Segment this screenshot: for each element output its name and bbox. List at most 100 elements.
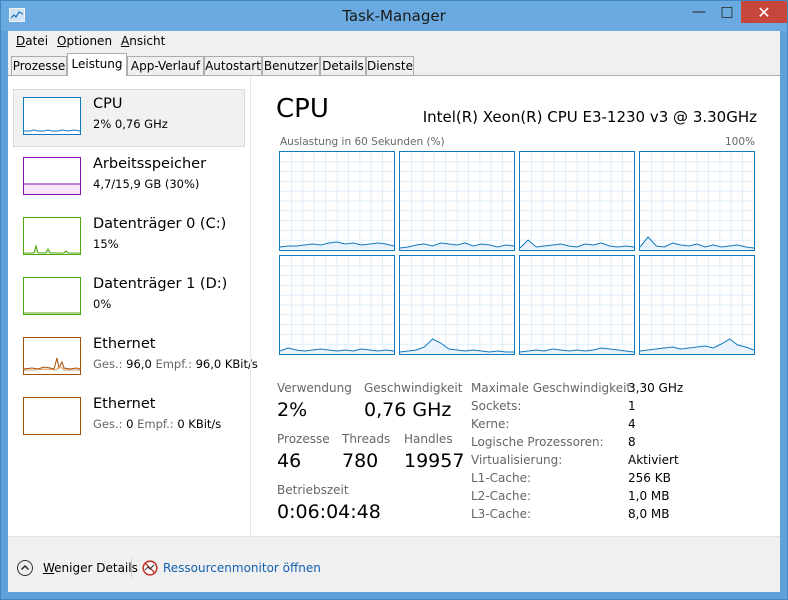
menu-datei-accel: D <box>16 34 26 48</box>
fewer-details-accel: W <box>43 561 55 575</box>
resource-name: Ethernet <box>93 336 156 352</box>
resource-memory[interactable]: Arbeitsspeicher 4,7/15,9 GB (30%) <box>13 149 245 207</box>
l1-cache-label: L1-Cache: <box>471 471 532 485</box>
graph-caption: Auslastung in 60 Sekunden (%) <box>280 136 445 148</box>
footer-bar: Weniger Details Ressourcenmonitor öffnen <box>8 536 780 592</box>
core-graph <box>399 255 515 355</box>
core-graph <box>639 151 755 251</box>
menu-bar: Datei Optionen Ansicht <box>8 31 780 51</box>
send-value: 0 <box>126 417 134 431</box>
menu-ansicht-rest: nsicht <box>129 34 166 48</box>
cpu-mini-graph-icon <box>23 97 81 135</box>
ethernet-mini-graph-icon <box>23 397 81 435</box>
resource-name: CPU <box>93 96 123 112</box>
title-bar[interactable]: Task-Manager — □ ✕ <box>1 1 787 31</box>
receive-label: Empf.: <box>155 357 192 371</box>
chevron-up-icon[interactable] <box>17 560 33 576</box>
tab-bar: Prozesse Leistung App-Verlauf Autostart … <box>8 51 780 76</box>
send-value: 96,0 <box>126 357 152 371</box>
core-graph-canvas <box>400 256 514 354</box>
sockets-value: 1 <box>628 399 636 413</box>
core-graph <box>399 151 515 251</box>
processes-label: Prozesse <box>277 432 330 446</box>
resource-ethernet-2[interactable]: Ethernet Ges.: 0 Empf.: 0 KBit/s <box>13 389 245 447</box>
tab-app-verlauf[interactable]: App-Verlauf <box>127 56 204 75</box>
resource-value: 4,7/15,9 GB (30%) <box>93 177 200 191</box>
memory-mini-graph-icon <box>23 157 81 195</box>
maximize-button[interactable]: □ <box>713 1 741 23</box>
fewer-details-rest: eniger Details <box>54 561 138 575</box>
resource-value: 0% <box>93 297 112 311</box>
tab-autostart[interactable]: Autostart <box>204 56 262 75</box>
sockets-label: Sockets: <box>471 399 522 413</box>
cores-value: 4 <box>628 417 636 431</box>
open-resource-monitor-link[interactable]: Ressourcenmonitor öffnen <box>163 561 321 575</box>
resource-disk-1[interactable]: Datenträger 1 (D:) 0% <box>13 269 245 327</box>
tab-benutzer[interactable]: Benutzer <box>262 56 320 75</box>
core-graph-canvas <box>520 152 634 250</box>
resource-name: Arbeitsspeicher <box>93 156 207 172</box>
disk-mini-graph-icon <box>23 217 81 255</box>
cpu-model-name: Intel(R) Xeon(R) CPU E3-1230 v3 @ 3.30GH… <box>422 108 757 126</box>
panel-separator[interactable] <box>250 76 251 536</box>
tab-leistung[interactable]: Leistung <box>67 53 127 76</box>
cores-label: Kerne: <box>471 417 510 431</box>
processes-value: 46 <box>277 450 302 472</box>
fewer-details-link[interactable]: Weniger Details <box>43 561 138 575</box>
logical-processors-label: Logische Prozessoren: <box>471 435 604 449</box>
usage-label: Verwendung <box>277 381 352 395</box>
resource-monitor-icon[interactable] <box>142 560 158 576</box>
menu-optionen-rest: ptionen <box>66 34 113 48</box>
l1-cache-value: 256 KB <box>628 471 671 485</box>
core-graph-canvas <box>520 256 634 354</box>
menu-datei[interactable]: Datei <box>16 34 48 48</box>
window-title: Task-Manager <box>342 7 446 25</box>
virtualization-value: Aktiviert <box>628 453 679 467</box>
speed-value: 0,76 GHz <box>364 399 452 421</box>
menu-optionen[interactable]: Optionen <box>57 34 112 48</box>
receive-label: Empf.: <box>137 417 174 431</box>
resource-value: Ges.: 96,0 Empf.: 96,0 KBit/s <box>93 357 258 371</box>
uptime-label: Betriebszeit <box>277 483 349 497</box>
send-label: Ges.: <box>93 417 123 431</box>
resource-cpu[interactable]: CPU 2% 0,76 GHz <box>13 89 245 147</box>
task-manager-window: Task-Manager — □ ✕ Datei Optionen Ansich… <box>0 0 788 600</box>
detail-title: CPU <box>276 94 329 124</box>
tab-dienste[interactable]: Dienste <box>366 56 414 75</box>
resource-list: CPU 2% 0,76 GHz Arbeitsspeicher 4,7/15,9… <box>8 76 258 536</box>
logical-processors-value: 8 <box>628 435 636 449</box>
core-graph <box>279 255 395 355</box>
resource-ethernet-1[interactable]: Ethernet Ges.: 96,0 Empf.: 96,0 KBit/s <box>13 329 258 387</box>
resource-name: Datenträger 1 (D:) <box>93 276 228 292</box>
usage-value: 2% <box>277 399 308 421</box>
close-button[interactable]: ✕ <box>741 1 787 23</box>
resource-value: 15% <box>93 237 119 251</box>
core-graph <box>519 255 635 355</box>
core-graph-canvas <box>640 256 754 354</box>
resource-name: Ethernet <box>93 396 156 412</box>
resource-value: Ges.: 0 Empf.: 0 KBit/s <box>93 417 221 431</box>
menu-datei-rest: atei <box>25 34 49 48</box>
l2-cache-label: L2-Cache: <box>471 489 532 503</box>
receive-value: 0 KBit/s <box>177 417 222 431</box>
receive-value: 96,0 KBit/s <box>195 357 258 371</box>
send-label: Ges.: <box>93 357 123 371</box>
max-speed-label: Maximale Geschwindigkeit: <box>471 381 636 395</box>
resource-disk-0[interactable]: Datenträger 0 (C:) 15% <box>13 209 245 267</box>
tab-prozesse[interactable]: Prozesse <box>11 56 67 75</box>
threads-label: Threads <box>342 432 391 446</box>
l3-cache-value: 8,0 MB <box>628 507 670 521</box>
threads-value: 780 <box>342 450 379 472</box>
l3-cache-label: L3-Cache: <box>471 507 532 521</box>
core-graph <box>519 151 635 251</box>
disk-mini-graph-icon <box>23 277 81 315</box>
core-graph <box>639 255 755 355</box>
menu-ansicht-accel: A <box>121 34 130 48</box>
core-graph-canvas <box>280 256 394 354</box>
core-graph-canvas <box>640 152 754 250</box>
tab-details[interactable]: Details <box>320 56 366 75</box>
menu-ansicht[interactable]: Ansicht <box>121 34 165 48</box>
resource-name: Datenträger 0 (C:) <box>93 216 227 232</box>
minimize-button[interactable]: — <box>685 1 713 23</box>
ethernet-mini-graph-icon <box>23 337 81 375</box>
